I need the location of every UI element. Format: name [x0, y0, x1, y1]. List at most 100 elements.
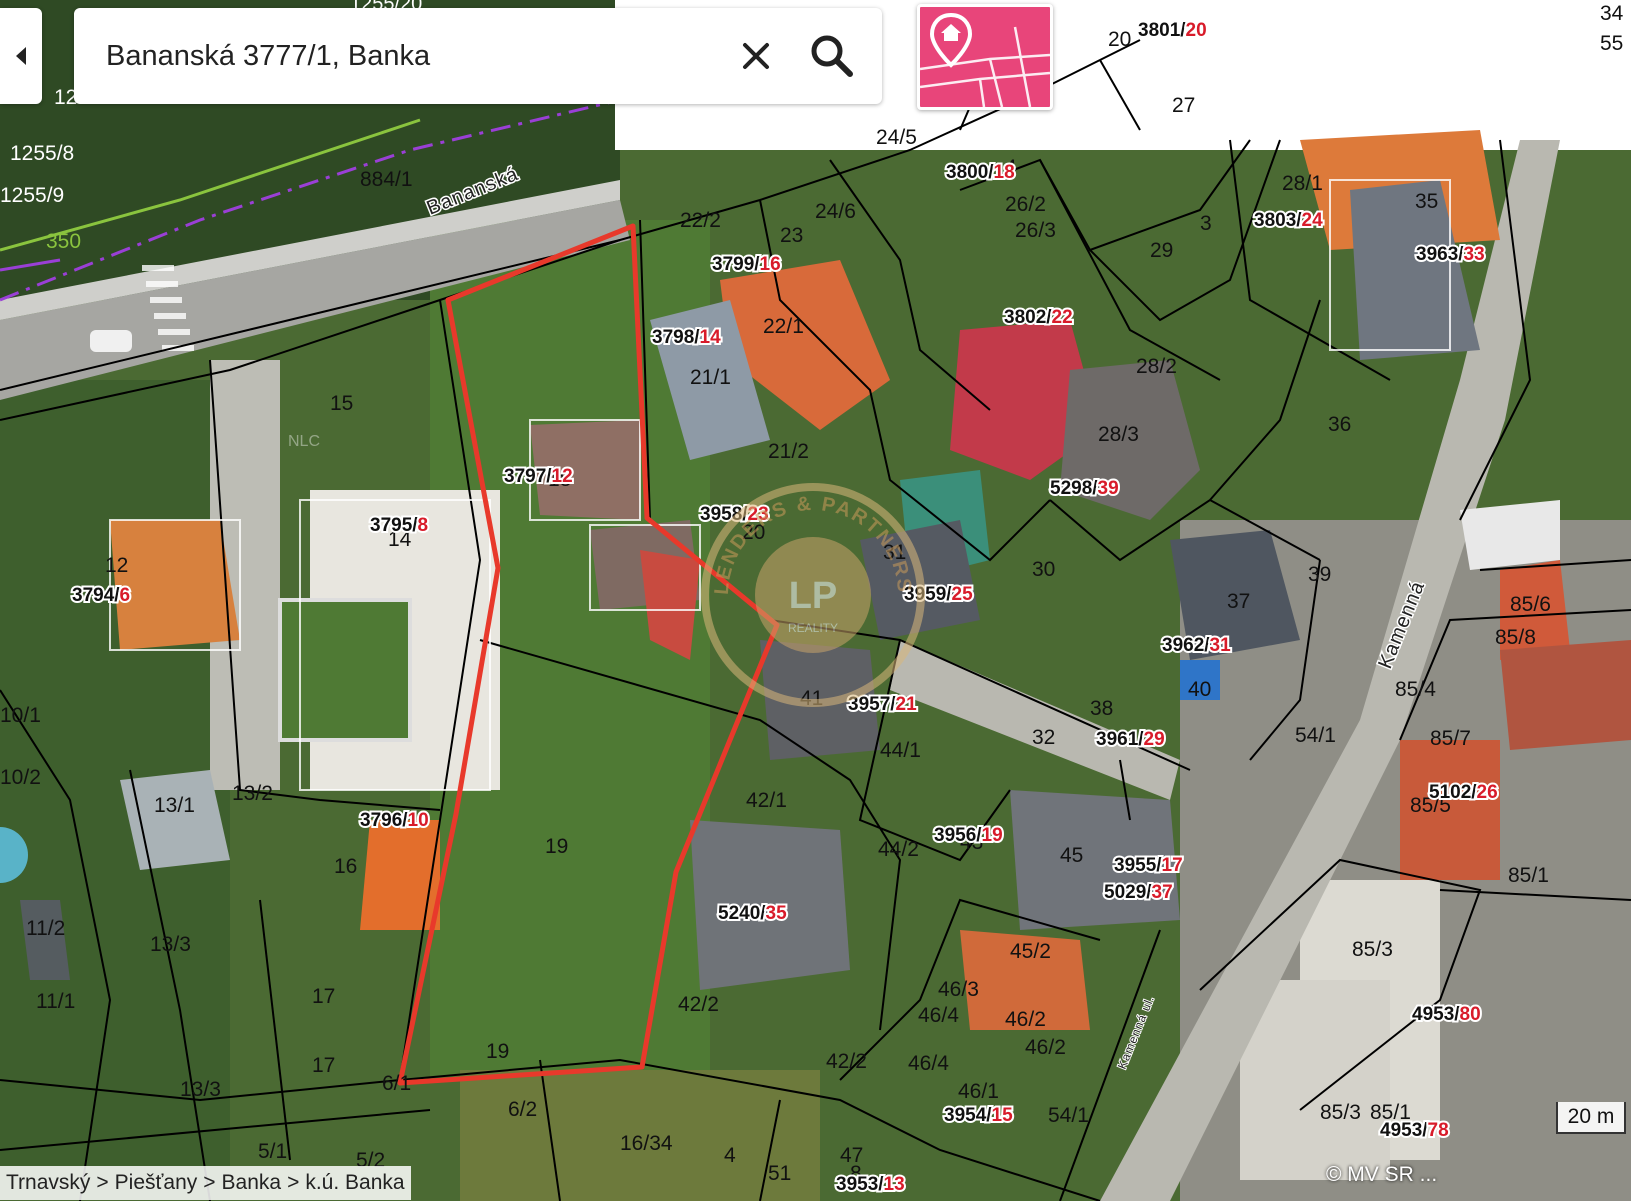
parcel-label: 28/1: [1282, 172, 1323, 195]
parcel-label: 29: [1150, 239, 1173, 262]
parcel-label: 10/1: [0, 704, 41, 727]
parcel-label: 6/1: [382, 1072, 411, 1095]
parcel-label: 42/1: [746, 789, 787, 812]
ownership-label: 3956/19: [934, 825, 1003, 846]
parcel-label: 46/4: [918, 1004, 959, 1027]
breadcrumb-separator: >: [287, 1171, 300, 1194]
parcel-label: 44/1: [880, 739, 921, 762]
ownership-label: 3963/33: [1416, 244, 1485, 265]
ownership-label: 3800/18: [946, 162, 1015, 183]
parcel-label: 38: [1090, 697, 1113, 720]
parcel-label: 45: [1060, 844, 1083, 867]
ownership-label: 3801/20: [1138, 20, 1207, 41]
parcel-label: 22/1: [763, 315, 804, 338]
breadcrumb-item[interactable]: Piešťany: [115, 1166, 198, 1200]
map-attribution: © MV SR ...: [1326, 1163, 1438, 1186]
parcel-label: 27: [1172, 94, 1195, 117]
parcel-label: 44/2: [878, 838, 919, 861]
parcel-label: 17: [312, 1054, 335, 1077]
parcel-label: 12: [105, 554, 128, 577]
parcel-label: 85/1: [1508, 864, 1549, 887]
aerial-map[interactable]: 350 Bananská Kamenná Kamenná ul. NLC 125…: [0, 0, 1631, 1201]
nlc-label: NLC: [288, 433, 320, 450]
breadcrumb-separator: >: [96, 1171, 109, 1194]
parcel-label: 13/2: [232, 782, 273, 805]
parcel-label: 34: [1600, 2, 1624, 25]
ownership-label: 5240/35: [718, 903, 787, 924]
ownership-label: 3803/24: [1254, 210, 1323, 231]
parcel-label: 13/3: [150, 933, 191, 956]
parcel-label: 85/8: [1495, 626, 1536, 649]
ownership-label: 3961/29: [1096, 729, 1165, 750]
parcel-label: 13/1: [154, 794, 195, 817]
parcel-label: 19: [486, 1040, 509, 1063]
breadcrumb: Trnavský > Piešťany > Banka > k.ú. Banka: [0, 1166, 411, 1200]
parcel-label: 46/4: [908, 1052, 949, 1075]
search-icon[interactable]: [806, 30, 858, 82]
ownership-label: 3959/25: [904, 584, 973, 605]
ownership-label: 3798/14: [652, 327, 721, 348]
parcel-label: 42/2: [826, 1050, 867, 1073]
ownership-label: 5029/37: [1104, 882, 1173, 903]
parcel-label: 24/6: [815, 200, 856, 223]
parcel-label: 24/5: [876, 126, 917, 149]
parcel-label: 1255/8: [10, 142, 74, 165]
parcel-label: 46/3: [938, 978, 979, 1001]
parcel-label: 22/2: [680, 209, 721, 232]
parcel-label: 46/1: [958, 1080, 999, 1103]
scale-bar: 20 m: [1556, 1102, 1626, 1134]
parcel-label: 26/2: [1005, 193, 1046, 216]
parcel-label: 28/3: [1098, 423, 1139, 446]
breadcrumb-item[interactable]: Banka: [222, 1166, 282, 1200]
back-button[interactable]: [0, 8, 42, 104]
ownership-label: 5298/39: [1050, 478, 1119, 499]
contour-label: 350: [46, 230, 81, 253]
parcel-label: 55: [1600, 32, 1623, 55]
parcel-label: 36: [1328, 413, 1351, 436]
parcel-label: 35: [1415, 190, 1438, 213]
parcel-label: 39: [1308, 563, 1331, 586]
cadastre-layer-button[interactable]: [917, 4, 1053, 110]
parcel-label: 23: [780, 224, 803, 247]
parcel-label: 51: [768, 1162, 791, 1185]
parcel-label: 15: [330, 392, 353, 415]
ownership-label: 3794/6: [72, 585, 130, 606]
parcel-label: 28/2: [1136, 355, 1177, 378]
ownership-label: 3797/12: [504, 466, 573, 487]
close-icon[interactable]: [732, 32, 780, 80]
parcel-label: 16: [334, 855, 357, 878]
ownership-label: 3954/15: [944, 1105, 1013, 1126]
parcel-label: 11/2: [26, 917, 65, 940]
ownership-label: 3962/31: [1162, 635, 1231, 656]
breadcrumb-separator: >: [203, 1171, 216, 1194]
parcel-label: 41: [800, 687, 823, 710]
parcel-label: 46/2: [1005, 1008, 1046, 1031]
parcel-label: 54/1: [1048, 1104, 1089, 1127]
parcel-label: 30: [1032, 558, 1055, 581]
parcel-label: 19: [545, 835, 568, 858]
parcel-label: 884/1: [360, 168, 413, 191]
parcel-label: 54/1: [1295, 724, 1336, 747]
parcel-label: 10/2: [0, 766, 41, 789]
parcel-label: 1255/9: [0, 184, 64, 207]
parcel-label: 17: [312, 985, 335, 1008]
breadcrumb-item[interactable]: k.ú. Banka: [305, 1166, 404, 1200]
parcel-label: 37: [1227, 590, 1250, 613]
ownership-label: 3796/10: [360, 810, 429, 831]
parcel-label: 42/2: [678, 993, 719, 1016]
parcel-label: 6/2: [508, 1098, 537, 1121]
parcel-label: 85/3: [1320, 1101, 1361, 1124]
parcel-label: 5/1: [258, 1140, 287, 1163]
parcel-label: 85/7: [1430, 727, 1471, 750]
ownership-label: 3955/17: [1114, 855, 1183, 876]
parcel-label: 85/3: [1352, 938, 1393, 961]
parcel-label: 21/2: [768, 440, 809, 463]
chevron-left-icon: [16, 47, 26, 65]
search-bar[interactable]: Bananská 3777/1, Banka: [74, 8, 882, 104]
search-input[interactable]: Bananská 3777/1, Banka: [106, 8, 706, 104]
parcel-label: 16/34: [620, 1132, 673, 1155]
ownership-label: 3958/23: [700, 504, 769, 525]
parcel-label: 46/2: [1025, 1036, 1066, 1059]
parcel-label: 20: [1108, 28, 1131, 51]
breadcrumb-item[interactable]: Trnavský: [6, 1166, 90, 1200]
